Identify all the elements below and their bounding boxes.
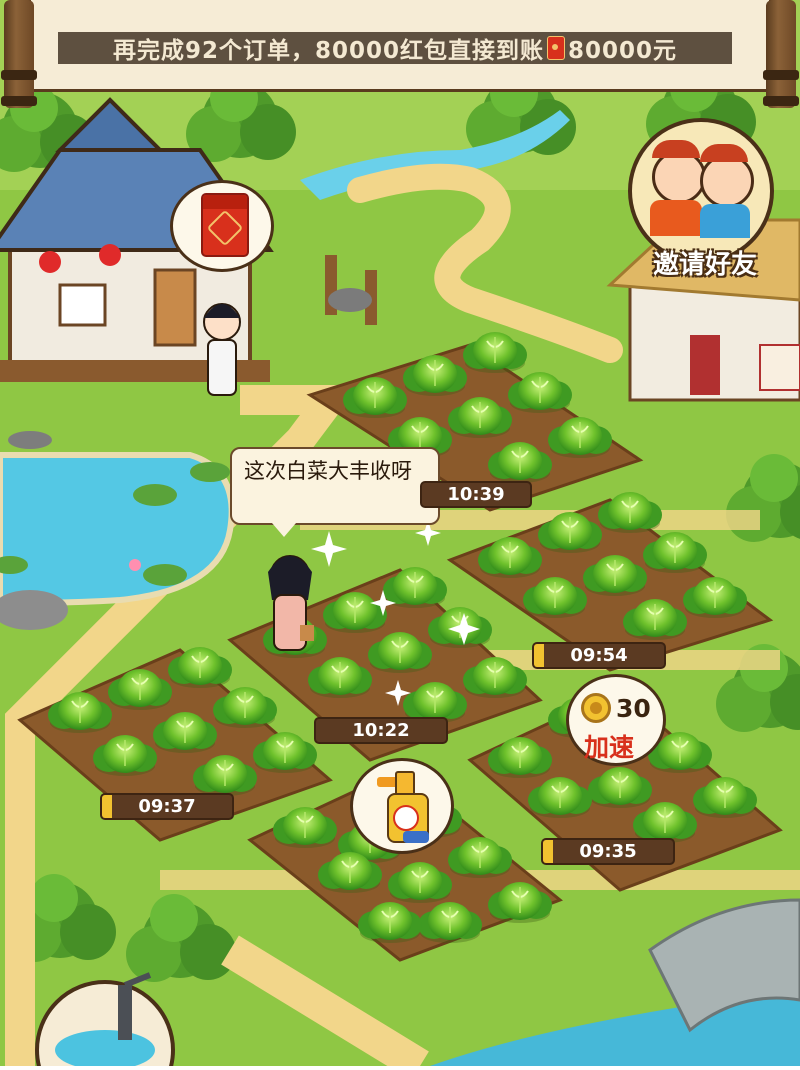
timer-progress-fill bbox=[102, 795, 112, 818]
banner-reward: 80000元 bbox=[568, 38, 678, 64]
coin-icon bbox=[581, 693, 611, 723]
farm-scene: 再完成92个订单，80000红包直接到账 80000元 邀请好友 这次白菜大丰收… bbox=[0, 0, 800, 1070]
timer-progress-fill bbox=[534, 644, 544, 667]
speech-bubble: 这次白菜大丰收呀 bbox=[230, 447, 440, 537]
red-packet-mini-icon bbox=[547, 36, 565, 60]
friends-avatar-icon bbox=[646, 140, 758, 240]
pesticide-spray-icon bbox=[377, 771, 433, 843]
timer-text: 10:22 bbox=[352, 720, 410, 741]
speed-up-cost[interactable]: 30 bbox=[616, 694, 651, 723]
timer-plot-bottom-right: 09:35 bbox=[541, 838, 675, 865]
pesticide-bubble[interactable] bbox=[350, 758, 454, 854]
scroll-rod-left bbox=[1, 0, 37, 108]
banner-strip: 再完成92个订单，80000红包直接到账 80000元 bbox=[58, 32, 732, 64]
red-packet-icon bbox=[201, 193, 249, 257]
timer-plot-left: 09:37 bbox=[100, 793, 234, 820]
timer-text: 09:54 bbox=[570, 645, 628, 666]
timer-plot-center: 10:22 bbox=[314, 717, 448, 744]
timer-progress-fill bbox=[543, 840, 553, 863]
timer-text: 10:39 bbox=[447, 484, 505, 505]
villager-man[interactable] bbox=[203, 303, 241, 396]
timer-plot-right: 09:54 bbox=[532, 642, 666, 669]
banner-text: 再完成92个订单，80000红包直接到账 bbox=[112, 38, 544, 64]
invite-friends-button[interactable] bbox=[628, 118, 774, 264]
timer-text: 09:37 bbox=[138, 796, 196, 817]
timer-plot-top: 10:39 bbox=[420, 481, 532, 508]
timer-text: 09:35 bbox=[579, 841, 637, 862]
invite-friends-label[interactable]: 邀请好友 bbox=[630, 244, 780, 281]
red-packet-bubble[interactable] bbox=[170, 180, 274, 272]
scroll-rod-right bbox=[763, 0, 799, 108]
order-progress-banner: 再完成92个订单，80000红包直接到账 80000元 bbox=[0, 0, 800, 110]
speed-up-label[interactable]: 加速 bbox=[584, 728, 634, 764]
